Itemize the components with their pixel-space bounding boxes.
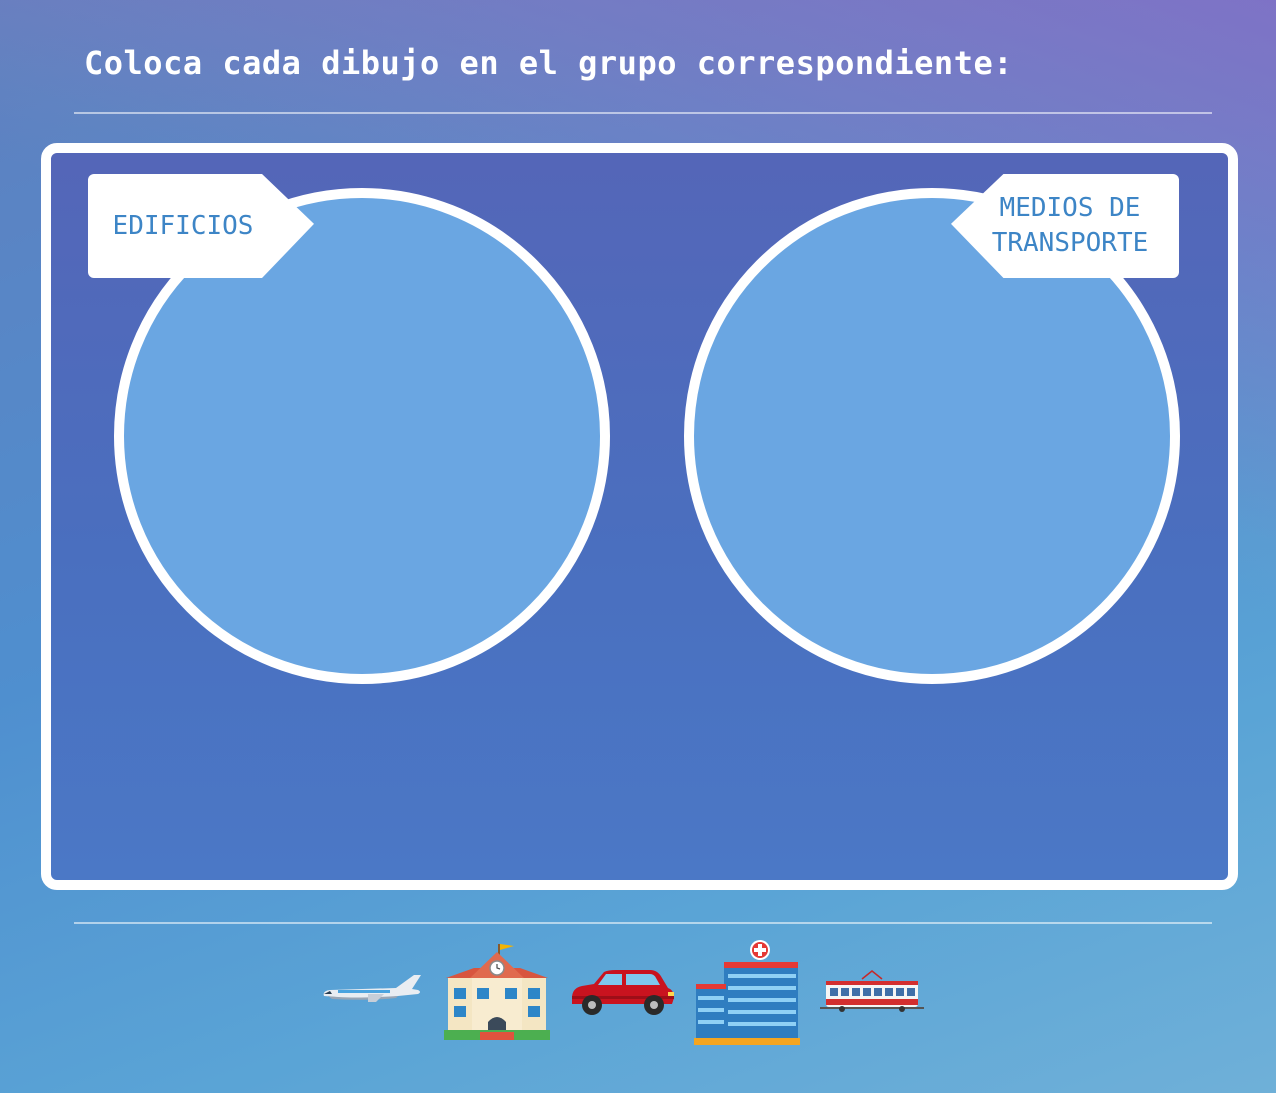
top-divider — [74, 112, 1212, 114]
airplane-icon[interactable] — [318, 972, 426, 1012]
sorting-board: EDIFICIOS MEDIOS DE TRANSPORTE — [41, 143, 1238, 890]
school-icon[interactable] — [444, 942, 550, 1042]
group-label-text: EDIFICIOS — [112, 210, 254, 241]
bottom-divider — [74, 922, 1212, 924]
group-label-text: MEDIOS DE TRANSPORTE — [991, 193, 1149, 258]
instruction-title: Coloca cada dibujo en el grupo correspon… — [84, 44, 1013, 82]
car-icon[interactable] — [568, 968, 676, 1016]
hospital-icon[interactable] — [694, 938, 800, 1046]
draggable-items-tray — [318, 938, 926, 1046]
tram-icon[interactable] — [818, 969, 926, 1015]
